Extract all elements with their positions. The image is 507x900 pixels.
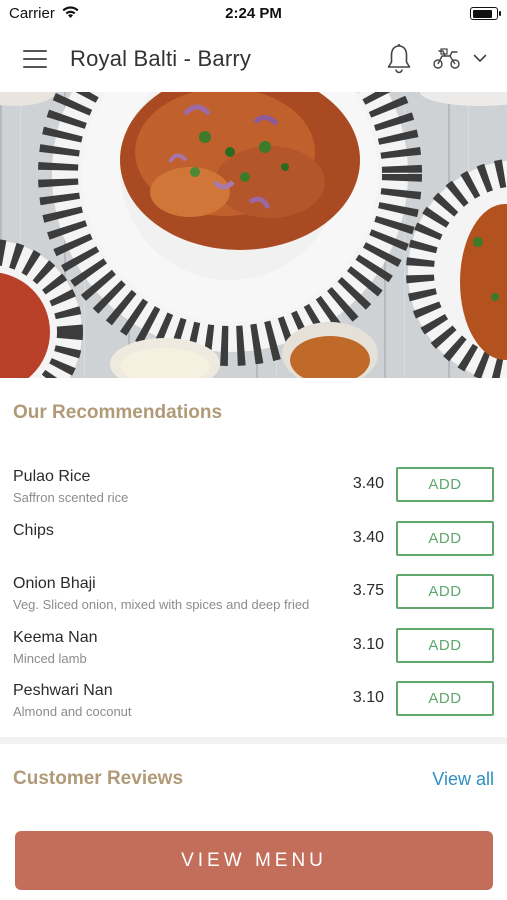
item-description: Minced lamb <box>13 650 87 666</box>
item-name: Onion Bhaji <box>13 575 96 592</box>
item-price: 3.40 <box>352 528 384 546</box>
clock: 2:24 PM <box>225 5 282 22</box>
list-item: Onion Bhaji Veg. Sliced onion, mixed wit… <box>0 567 507 621</box>
item-price: 3.10 <box>352 689 384 706</box>
list-item: Chips 3.40 ADD <box>0 514 507 568</box>
menu-icon[interactable] <box>23 50 47 68</box>
restaurant-title: Royal Balti - Barry <box>70 46 252 71</box>
list-item: Pulao Rice Saffron scented rice 3.40 ADD <box>0 460 507 514</box>
item-price: 3.40 <box>352 475 384 492</box>
recommendations-list: Pulao Rice Saffron scented rice 3.40 ADD… <box>0 460 507 728</box>
add-button[interactable]: ADD <box>396 627 494 663</box>
item-description: Veg. Sliced onion, mixed with spices and… <box>13 597 310 612</box>
view-all-reviews-link[interactable]: View all <box>432 769 494 790</box>
battery-level <box>472 9 493 18</box>
hero-image <box>0 92 507 378</box>
nav-bar: Royal Balti - Barry <box>0 28 507 92</box>
status-bar: Carrier 2:24 PM <box>0 0 507 28</box>
reviews-title: Customer Reviews <box>13 768 184 789</box>
food-dishes-photo <box>0 92 507 378</box>
battery-icon <box>470 7 501 20</box>
item-name: Chips <box>13 521 54 539</box>
item-name: Keema Nan <box>13 628 98 646</box>
chevron-down-icon[interactable] <box>473 54 487 63</box>
item-price: 3.75 <box>352 582 384 599</box>
bell-icon[interactable] <box>385 43 413 75</box>
add-button[interactable]: ADD <box>396 681 494 716</box>
list-item: Keema Nan Minced lamb 3.10 ADD <box>0 621 507 675</box>
list-item: Peshwari Nan Almond and coconut 3.10 ADD <box>0 674 507 728</box>
recommendations-title: Our Recommendations <box>13 402 223 423</box>
add-button[interactable]: ADD <box>396 574 494 609</box>
item-name: Pulao Rice <box>13 468 91 485</box>
item-name: Peshwari Nan <box>13 682 113 699</box>
item-description: Saffron scented rice <box>13 490 129 505</box>
add-button[interactable]: ADD <box>396 520 494 556</box>
view-menu-button[interactable]: VIEW MENU <box>15 831 493 890</box>
item-price: 3.10 <box>352 635 384 653</box>
section-divider <box>0 737 507 744</box>
add-button[interactable]: ADD <box>396 467 494 502</box>
item-description: Almond and coconut <box>13 704 132 719</box>
delivery-icon[interactable] <box>432 48 462 70</box>
